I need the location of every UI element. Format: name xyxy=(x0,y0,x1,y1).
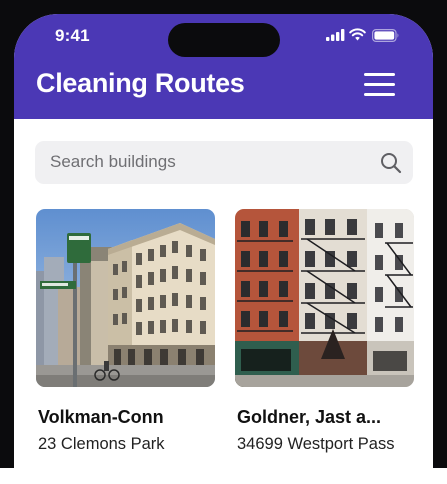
app-header: 9:41 Cleaning Routes xyxy=(14,14,433,119)
dynamic-island xyxy=(168,23,280,57)
menu-line xyxy=(364,73,395,76)
building-address: 34699 Westport Pass xyxy=(237,435,395,453)
cellular-signal-icon xyxy=(326,29,345,41)
building-name: Goldner, Jast a... xyxy=(237,407,382,427)
search-bar[interactable]: Search buildings xyxy=(35,141,413,184)
search-icon[interactable] xyxy=(380,152,402,174)
menu-line xyxy=(364,93,395,96)
device-frame: 9:41 Cleaning Routes Search buildings Vo… xyxy=(0,0,447,484)
wifi-icon xyxy=(349,28,366,41)
battery-icon xyxy=(372,29,399,42)
status-time: 9:41 xyxy=(55,26,90,45)
menu-button[interactable] xyxy=(361,70,399,98)
search-input[interactable]: Search buildings xyxy=(50,152,176,172)
building-card[interactable]: Goldner, Jast a... 34699 Westport Pass xyxy=(235,209,414,469)
building-card[interactable]: Volkman-Conn 23 Clemons Park xyxy=(36,209,215,469)
building-photo xyxy=(235,209,414,387)
page-title: Cleaning Routes xyxy=(36,68,245,98)
building-address: 23 Clemons Park xyxy=(38,435,165,453)
app-screen: 9:41 Cleaning Routes Search buildings Vo… xyxy=(14,14,433,484)
status-icons xyxy=(326,28,406,44)
building-photo xyxy=(36,209,215,387)
menu-line xyxy=(364,83,395,86)
building-name: Volkman-Conn xyxy=(38,407,164,427)
status-bar: 9:41 xyxy=(14,14,433,60)
